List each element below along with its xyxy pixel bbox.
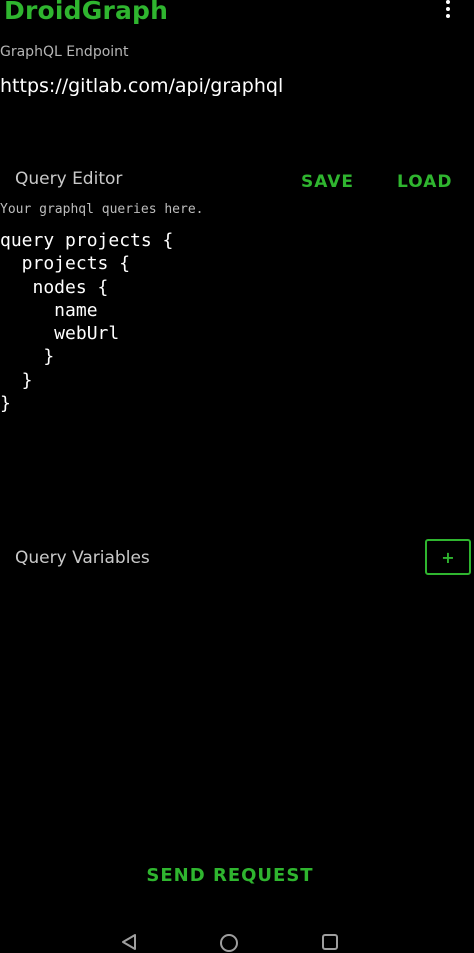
system-nav-bar: [0, 925, 474, 953]
nav-home-icon[interactable]: [219, 933, 239, 953]
load-button[interactable]: LOAD: [397, 172, 453, 192]
more-vert-icon[interactable]: [438, 0, 458, 22]
menu-dot: [446, 14, 450, 18]
nav-back-icon[interactable]: [120, 933, 138, 951]
nav-recents-icon[interactable]: [321, 933, 339, 951]
query-editor-label: Query Editor: [15, 169, 123, 189]
menu-dot: [446, 7, 450, 11]
add-variable-button[interactable]: +: [425, 539, 471, 575]
menu-dot: [446, 0, 450, 4]
app-title: DroidGraph: [4, 0, 169, 25]
send-request-button[interactable]: SEND REQUEST: [0, 865, 460, 886]
query-editor-input[interactable]: [0, 200, 474, 529]
save-button[interactable]: SAVE: [301, 172, 354, 192]
endpoint-label: GraphQL Endpoint: [0, 44, 129, 60]
query-variables-label: Query Variables: [15, 548, 150, 568]
endpoint-input[interactable]: [0, 70, 470, 102]
